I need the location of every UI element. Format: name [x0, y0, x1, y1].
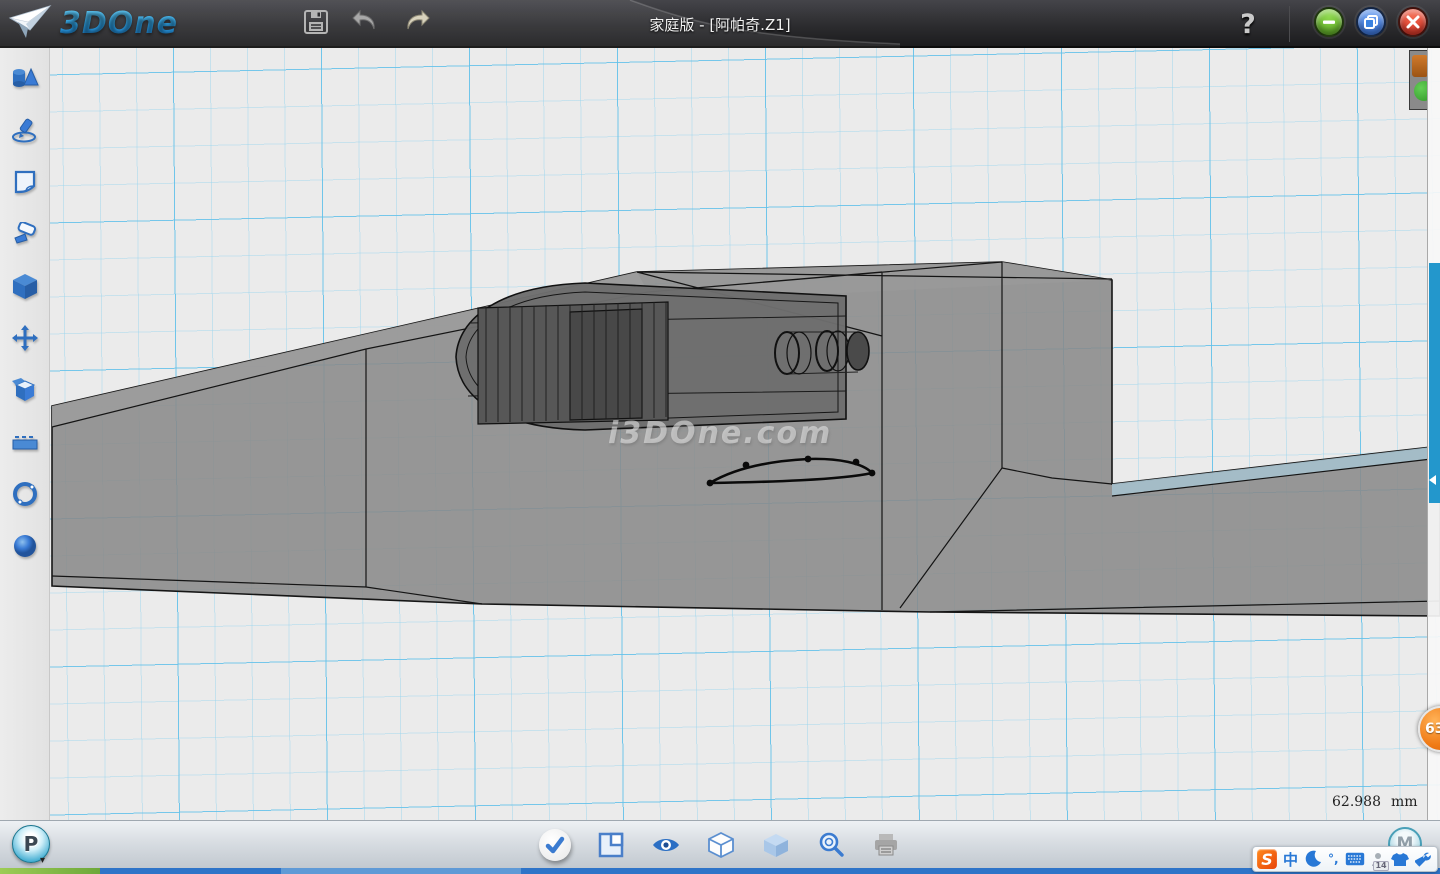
minimize-icon[interactable]	[1314, 7, 1344, 37]
section-icon[interactable]	[9, 426, 41, 458]
app-window: 3DOne 家庭	[0, 0, 1440, 874]
measurement-value: 62.988	[1332, 794, 1381, 810]
sketch-surface-icon[interactable]	[9, 166, 41, 198]
measurement-readout: 62.988 mm	[1332, 794, 1418, 810]
redo-icon[interactable]	[400, 6, 432, 38]
settings-wrench-icon[interactable]	[1415, 848, 1431, 870]
sphere-icon[interactable]	[9, 530, 41, 562]
right-panel-strip	[1427, 48, 1440, 820]
ime-bar: S 中 °, 14	[1252, 846, 1438, 872]
save-icon[interactable]	[300, 6, 332, 38]
close-icon[interactable]	[1398, 7, 1428, 37]
combine-icon[interactable]	[9, 374, 41, 406]
community-avatar-icon	[1412, 55, 1427, 77]
wireframe-cube-icon[interactable]	[706, 830, 736, 860]
help-button[interactable]: ?	[1230, 4, 1266, 44]
person-badge: 14	[1373, 861, 1388, 871]
person-icon[interactable]: 14	[1371, 848, 1385, 870]
online-status-icon	[1414, 81, 1427, 101]
sogou-logo-icon[interactable]: S	[1257, 849, 1277, 869]
ring-icon[interactable]	[9, 478, 41, 510]
undo-icon[interactable]	[350, 6, 382, 38]
paper-plane-icon	[8, 4, 52, 42]
skin-shirt-icon[interactable]	[1391, 848, 1409, 870]
primitives-icon[interactable]	[9, 62, 41, 94]
model-3d[interactable]	[0, 48, 1440, 820]
app-name: 3DOne	[60, 6, 178, 41]
viewport-canvas[interactable]: i3DOne.com 62.988mm	[0, 48, 1440, 820]
cube-icon[interactable]	[9, 270, 41, 302]
taskbar-strip[interactable]	[0, 868, 1440, 874]
confirm-check-icon[interactable]	[539, 829, 571, 861]
panel-expand-arrow-icon	[1429, 475, 1436, 485]
zoom-magnifier-icon[interactable]	[816, 830, 846, 860]
sketch-pen-icon[interactable]	[9, 114, 41, 146]
visibility-eye-icon[interactable]	[651, 830, 681, 860]
restore-icon[interactable]	[1356, 7, 1386, 37]
taskbar-start-segment	[0, 868, 100, 874]
left-toolbar	[0, 48, 50, 820]
document-title: 家庭版 - [阿帕奇.Z1]	[0, 0, 1440, 48]
measurement-unit: mm	[1391, 794, 1418, 810]
community-panel-tab[interactable]	[1409, 50, 1427, 110]
taskbar-active-segment	[281, 868, 521, 874]
shaded-cube-icon[interactable]	[761, 830, 791, 860]
print-icon[interactable]	[871, 830, 901, 860]
move-icon[interactable]	[9, 322, 41, 354]
bottom-toolbar: P ▾	[0, 820, 1440, 868]
panel-slider-handle[interactable]	[1429, 263, 1440, 503]
app-logo: 3DOne	[8, 4, 178, 42]
layout-icon[interactable]	[596, 830, 626, 860]
keyboard-icon[interactable]	[1345, 848, 1365, 870]
moon-icon[interactable]	[1304, 848, 1322, 870]
title-bar: 3DOne 家庭	[0, 0, 1440, 48]
titlebar-separator	[1289, 6, 1290, 42]
chinese-mode-icon[interactable]: 中	[1283, 848, 1298, 870]
punctuation-icon[interactable]: °,	[1328, 848, 1339, 870]
eraser-icon[interactable]	[9, 218, 41, 250]
